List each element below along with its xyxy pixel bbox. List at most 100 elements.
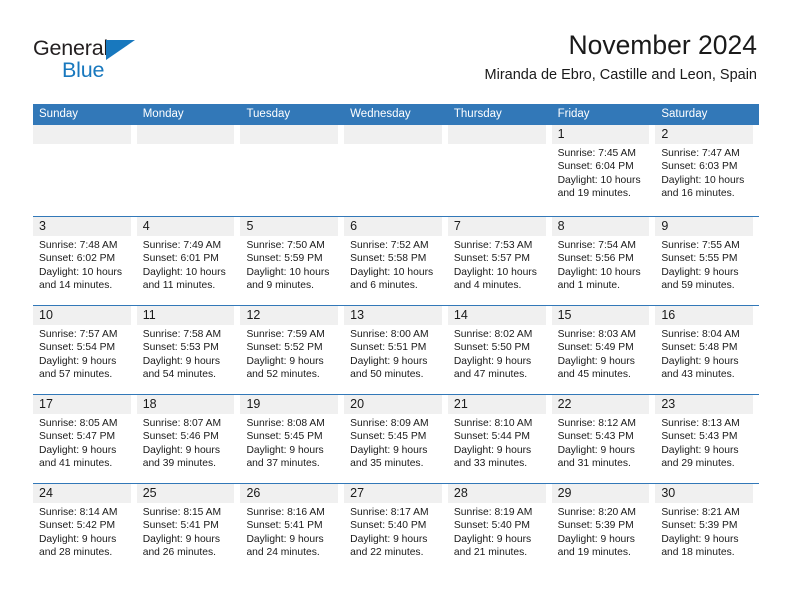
day-daylight-2-text: and 4 minutes. — [453, 280, 522, 292]
day-cell[interactable]: 21 Sunrise: 8:10 AM Sunset: 5:44 PM Dayligh… — [447, 395, 552, 483]
day-cell[interactable]: 2 Sunrise: 7:47 AM Sunset: 6:03 PM Daylight… — [655, 125, 759, 216]
day-daylight-2-text: and 16 minutes. — [661, 188, 735, 200]
day-daylight-1-text: Daylight: 9 hours — [39, 355, 117, 367]
day-sunrise-text: Sunrise: 8:10 AM — [453, 418, 533, 429]
day-cell[interactable]: 17 Sunrise: 8:05 AM Sunset: 5:47 PM Dayligh… — [33, 395, 137, 483]
day-cell[interactable]: 19 Sunrise: 8:08 AM Sunset: 5:45 PM Dayligh… — [240, 395, 344, 483]
day-cell[interactable]: 27 Sunrise: 8:17 AM Sunset: 5:40 PM Dayligh… — [344, 484, 448, 572]
day-daylight-1-text: Daylight: 9 hours — [39, 444, 117, 456]
day-cell[interactable]: 1 Sunrise: 7:45 AM Sunset: 6:04 PM Daylight… — [551, 125, 656, 216]
day-daylight-1-text: Daylight: 9 hours — [661, 533, 739, 545]
day-cell[interactable]: 3 Sunrise: 7:48 AM Sunset: 6:02 PM Daylight… — [33, 217, 137, 305]
day-number: 8 — [557, 219, 565, 233]
day-cell[interactable]: 30 Sunrise: 8:21 AM Sunset: 5:39 PM Dayligh… — [655, 484, 759, 572]
day-daylight-2-text: and 45 minutes. — [557, 369, 631, 381]
day-cell[interactable]: 24 Sunrise: 8:14 AM Sunset: 5:42 PM Dayligh… — [33, 484, 137, 572]
day-number-band: 22 — [551, 395, 650, 414]
day-cell[interactable]: 15 Sunrise: 8:03 AM Sunset: 5:49 PM Dayligh… — [551, 306, 656, 394]
day-number-band: 18 — [136, 395, 235, 414]
day-daylight-2-text: and 52 minutes. — [246, 369, 320, 381]
day-cell[interactable]: 6 Sunrise: 7:52 AM Sunset: 5:58 PM Daylight… — [344, 217, 448, 305]
day-number: 7 — [453, 219, 461, 233]
day-cell[interactable]: 4 Sunrise: 7:49 AM Sunset: 6:01 PM Daylight… — [136, 217, 241, 305]
day-sunset-text: Sunset: 6:03 PM — [661, 161, 738, 173]
day-daylight-1-text: Daylight: 9 hours — [661, 444, 739, 456]
day-daylight-2-text: and 41 minutes. — [39, 458, 113, 470]
day-number-band: 16 — [655, 306, 754, 325]
day-sunset-text: Sunset: 5:40 PM — [453, 520, 531, 532]
day-sun-info: Sunrise: 8:03 AM Sunset: 5:49 PM Daylight:… — [552, 325, 650, 382]
brand-logo[interactable]: General Blue — [33, 36, 233, 88]
day-sunrise-text: Sunrise: 7:54 AM — [557, 240, 637, 251]
day-sunrise-text: Sunrise: 8:03 AM — [557, 329, 637, 340]
day-number-band: 4 — [136, 217, 235, 236]
day-cell[interactable]: 14 Sunrise: 8:02 AM Sunset: 5:50 PM Dayligh… — [447, 306, 552, 394]
calendar-page: General Blue November 2024 Miranda de Eb… — [0, 0, 792, 612]
day-cell[interactable]: 23 Sunrise: 8:13 AM Sunset: 5:43 PM Dayligh… — [655, 395, 759, 483]
day-daylight-1-text: Daylight: 10 hours — [557, 174, 641, 186]
day-daylight-1-text: Daylight: 10 hours — [557, 266, 641, 278]
day-number-band: 27 — [344, 484, 442, 503]
day-daylight-2-text: and 43 minutes. — [661, 369, 735, 381]
day-sunrise-text: Sunrise: 7:52 AM — [350, 240, 429, 251]
calendar-week-row: 24 Sunrise: 8:14 AM Sunset: 5:42 PM Dayligh… — [33, 483, 759, 572]
day-daylight-1-text: Daylight: 9 hours — [246, 444, 324, 456]
day-daylight-2-text: and 21 minutes. — [453, 547, 528, 559]
day-cell[interactable]: 29 Sunrise: 8:20 AM Sunset: 5:39 PM Dayligh… — [551, 484, 656, 572]
day-cell[interactable]: 8 Sunrise: 7:54 AM Sunset: 5:56 PM Daylight… — [551, 217, 656, 305]
day-cell[interactable]: 5 Sunrise: 7:50 AM Sunset: 5:59 PM Daylight… — [240, 217, 344, 305]
day-number: 17 — [39, 397, 53, 411]
day-daylight-1-text: Daylight: 9 hours — [246, 533, 324, 545]
day-sunrise-text: Sunrise: 8:08 AM — [246, 418, 325, 429]
day-cell-empty — [136, 125, 241, 216]
day-daylight-2-text: and 39 minutes. — [142, 458, 216, 470]
day-cell[interactable]: 9 Sunrise: 7:55 AM Sunset: 5:55 PM Daylight… — [655, 217, 759, 305]
day-cell[interactable]: 16 Sunrise: 8:04 AM Sunset: 5:48 PM Dayligh… — [655, 306, 759, 394]
day-cell[interactable]: 13 Sunrise: 8:00 AM Sunset: 5:51 PM Dayligh… — [344, 306, 448, 394]
day-number: 5 — [246, 219, 254, 233]
day-number: 6 — [350, 219, 358, 233]
day-daylight-2-text: and 26 minutes. — [142, 547, 216, 559]
day-sunrise-text: Sunrise: 8:04 AM — [661, 329, 740, 340]
day-sun-info: Sunrise: 7:57 AM Sunset: 5:54 PM Daylight:… — [33, 325, 131, 382]
day-cell[interactable]: 26 Sunrise: 8:16 AM Sunset: 5:41 PM Dayligh… — [240, 484, 344, 572]
day-number-band: 6 — [344, 217, 442, 236]
day-sunrise-text: Sunrise: 8:00 AM — [350, 329, 429, 340]
day-cell[interactable]: 7 Sunrise: 7:53 AM Sunset: 5:57 PM Daylight… — [447, 217, 552, 305]
day-cell[interactable]: 10 Sunrise: 7:57 AM Sunset: 5:54 PM Dayligh… — [33, 306, 137, 394]
day-daylight-1-text: Daylight: 9 hours — [142, 355, 220, 367]
day-cell[interactable]: 20 Sunrise: 8:09 AM Sunset: 5:45 PM Dayligh… — [344, 395, 448, 483]
day-number-band — [33, 125, 131, 144]
weekday-header-wednesday: Wednesday — [350, 108, 411, 120]
day-sunset-text: Sunset: 5:57 PM — [453, 253, 531, 265]
day-sunset-text: Sunset: 5:39 PM — [557, 520, 634, 532]
day-cell-empty — [240, 125, 344, 216]
day-daylight-1-text: Daylight: 9 hours — [350, 533, 428, 545]
day-cell[interactable]: 25 Sunrise: 8:15 AM Sunset: 5:41 PM Dayligh… — [136, 484, 241, 572]
day-cell[interactable]: 12 Sunrise: 7:59 AM Sunset: 5:52 PM Dayligh… — [240, 306, 344, 394]
day-number-band: 2 — [655, 125, 754, 144]
day-sun-info: Sunrise: 8:09 AM Sunset: 5:45 PM Daylight:… — [344, 414, 442, 471]
day-number: 11 — [142, 308, 156, 322]
day-daylight-1-text: Daylight: 10 hours — [350, 266, 434, 278]
day-cell-empty — [344, 125, 448, 216]
day-sunset-text: Sunset: 5:55 PM — [661, 253, 738, 265]
day-number-band: 30 — [655, 484, 754, 503]
day-number: 30 — [661, 486, 676, 500]
calendar-week-row: 1 Sunrise: 7:45 AM Sunset: 6:04 PM Daylight… — [33, 125, 759, 216]
day-sun-info: Sunrise: 8:04 AM Sunset: 5:48 PM Daylight:… — [655, 325, 753, 382]
day-cell[interactable]: 22 Sunrise: 8:12 AM Sunset: 5:43 PM Dayligh… — [551, 395, 656, 483]
day-number-band: 26 — [240, 484, 339, 503]
day-sun-info: Sunrise: 7:55 AM Sunset: 5:55 PM Daylight:… — [655, 236, 753, 293]
day-daylight-1-text: Daylight: 10 hours — [246, 266, 330, 278]
day-sunset-text: Sunset: 6:01 PM — [142, 253, 219, 265]
day-sunset-text: Sunset: 5:41 PM — [142, 520, 219, 532]
day-daylight-1-text: Daylight: 9 hours — [142, 444, 220, 456]
day-cell[interactable]: 18 Sunrise: 8:07 AM Sunset: 5:46 PM Dayligh… — [136, 395, 241, 483]
day-number: 28 — [453, 486, 468, 500]
day-cell[interactable]: 28 Sunrise: 8:19 AM Sunset: 5:40 PM Dayligh… — [447, 484, 552, 572]
day-cell[interactable]: 11 Sunrise: 7:58 AM Sunset: 5:53 PM Dayligh… — [136, 306, 241, 394]
day-number: 24 — [39, 486, 53, 500]
day-number: 10 — [39, 308, 53, 322]
weekday-header-friday: Friday — [557, 108, 590, 120]
